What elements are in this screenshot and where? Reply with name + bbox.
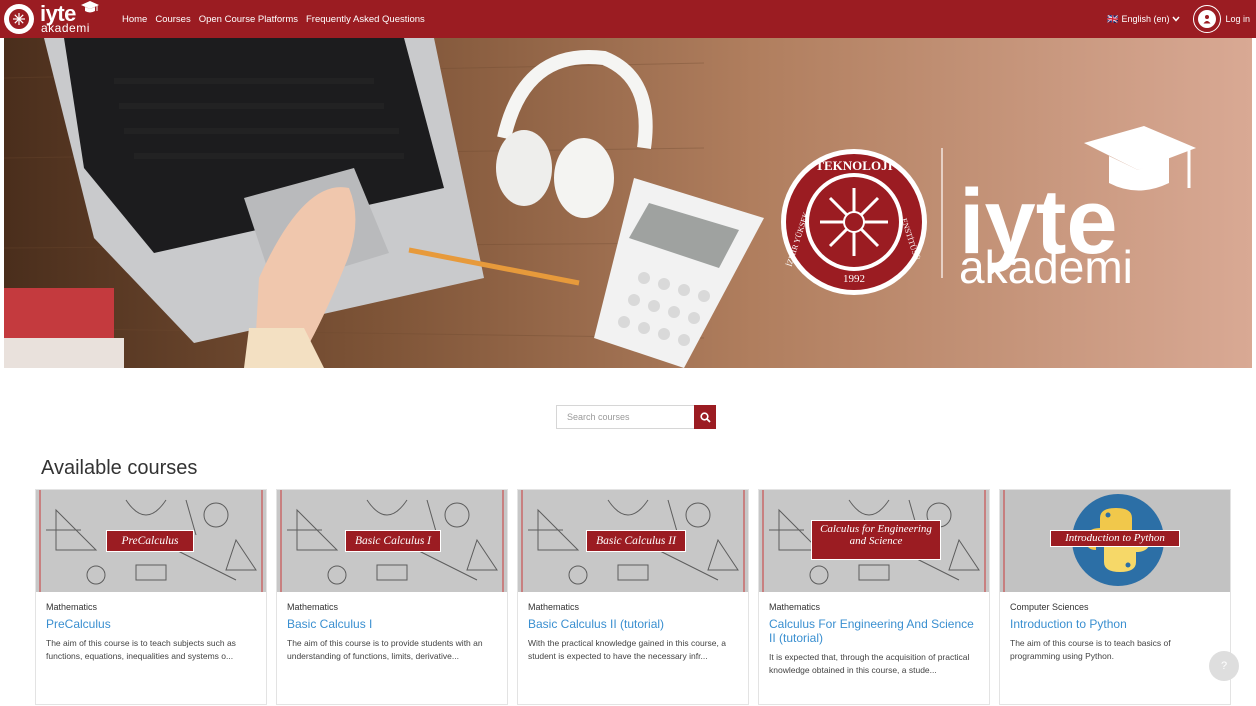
language-label: English (en) xyxy=(1121,14,1170,24)
course-banner-label: Basic Calculus II xyxy=(586,530,686,552)
course-banner-label: Basic Calculus I xyxy=(345,530,441,552)
course-title-link[interactable]: PreCalculus xyxy=(46,617,256,631)
nav-open-course-platforms[interactable]: Open Course Platforms xyxy=(199,14,298,25)
top-navbar: iyte akademi Home Courses Open Course Pl… xyxy=(0,0,1256,38)
iyte-seal-emblem: TEKNOLOJİ 1992 İZMİR YÜKSEK ENSTİTÜSÜ xyxy=(781,149,927,295)
course-category: Mathematics xyxy=(769,602,821,612)
course-title-link[interactable]: Calculus For Engineering And Science II … xyxy=(769,617,979,645)
logo-subtitle: akademi xyxy=(41,21,90,35)
hero-subtitle: akademi xyxy=(959,241,1133,293)
user-icon xyxy=(1203,15,1211,24)
nav-home[interactable]: Home xyxy=(122,14,147,25)
course-category: Mathematics xyxy=(46,602,98,612)
login-link[interactable]: Log in xyxy=(1225,14,1250,24)
course-image[interactable]: Introduction to Python xyxy=(1000,490,1230,592)
language-icon: 🇬🇧 xyxy=(1107,13,1119,24)
hero-banner: TEKNOLOJİ 1992 İZMİR YÜKSEK ENSTİTÜSÜ iy… xyxy=(4,38,1252,368)
search-icon xyxy=(699,411,711,423)
course-search xyxy=(556,405,716,429)
logo-seal-icon xyxy=(4,4,34,34)
search-button[interactable] xyxy=(694,405,716,429)
course-category: Mathematics xyxy=(528,602,580,612)
search-input[interactable] xyxy=(556,405,694,429)
course-description: It is expected that, through the acquisi… xyxy=(769,652,970,675)
help-button[interactable]: ? xyxy=(1209,651,1239,681)
available-courses-heading: Available courses xyxy=(41,457,198,479)
graduation-cap-icon xyxy=(81,1,99,13)
course-card[interactable]: Basic Calculus II Mathematics Basic Calc… xyxy=(517,489,749,705)
course-image[interactable]: Basic Calculus II xyxy=(518,490,748,592)
seal-text-top: TEKNOLOJİ xyxy=(815,158,892,173)
main-nav: Home Courses Open Course Platforms Frequ… xyxy=(122,14,425,25)
course-title-link[interactable]: Basic Calculus I xyxy=(287,617,497,631)
nav-courses[interactable]: Courses xyxy=(155,14,190,25)
course-card[interactable]: Basic Calculus I Mathematics Basic Calcu… xyxy=(276,489,508,705)
course-card[interactable]: Introduction to Python Computer Sciences… xyxy=(999,489,1231,705)
course-title-link[interactable]: Introduction to Python xyxy=(1010,617,1220,631)
course-image[interactable]: Calculus for Engineering and Science xyxy=(759,490,989,592)
course-title-link[interactable]: Basic Calculus II (tutorial) xyxy=(528,617,738,631)
course-card[interactable]: PreCalculus Mathematics PreCalculus The … xyxy=(35,489,267,705)
course-description: The aim of this course is to teach subje… xyxy=(46,638,236,661)
course-image[interactable]: Basic Calculus I xyxy=(277,490,507,592)
course-card[interactable]: Calculus for Engineering and Science Mat… xyxy=(758,489,990,705)
language-selector[interactable]: 🇬🇧 English (en) xyxy=(1107,13,1181,25)
nav-faq[interactable]: Frequently Asked Questions xyxy=(306,14,425,25)
course-category: Mathematics xyxy=(287,602,339,612)
course-image[interactable]: PreCalculus xyxy=(36,490,266,592)
course-banner-label: Introduction to Python xyxy=(1050,530,1180,547)
course-banner-label: PreCalculus xyxy=(106,530,194,552)
course-description: The aim of this course is to teach basic… xyxy=(1010,638,1171,661)
user-avatar[interactable] xyxy=(1193,5,1222,33)
site-logo[interactable]: iyte akademi xyxy=(4,1,102,36)
course-category: Computer Sciences xyxy=(1010,602,1089,612)
course-description: The aim of this course is to provide stu… xyxy=(287,638,483,661)
course-list: PreCalculus Mathematics PreCalculus The … xyxy=(35,489,1231,705)
chevron-down-icon xyxy=(1172,16,1181,22)
seal-year: 1992 xyxy=(843,273,865,285)
course-description: With the practical knowledge gained in t… xyxy=(528,638,726,661)
course-banner-label: Calculus for Engineering and Science xyxy=(811,520,941,560)
